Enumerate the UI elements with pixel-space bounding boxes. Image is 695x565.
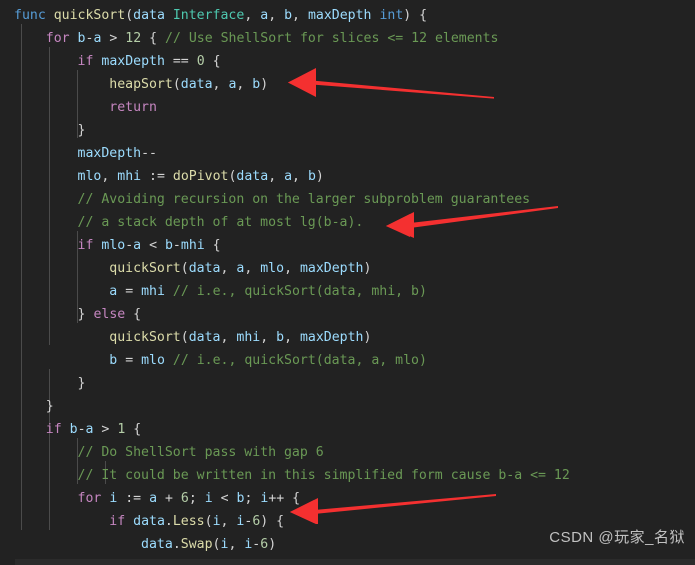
code-line-4: heapSort(data, a, b) — [109, 77, 269, 92]
code-line-10: // a stack depth of at most lg(b-a). — [77, 215, 364, 230]
code-line-15: quickSort(data, mhi, b, maxDepth) — [109, 330, 372, 345]
code-line-2: for b-a > 12 { // Use ShellSort for slic… — [45, 31, 499, 46]
csdn-watermark: CSDN @玩家_名狱 — [549, 529, 685, 546]
code-line-9: // Avoiding recursion on the larger subp… — [77, 192, 531, 207]
code-line-11: if mlo-a < b-mhi { — [77, 238, 221, 253]
code-lines[interactable]: func quickSort(data Interface, a, b, max… — [0, 0, 695, 565]
code-line-14: } else { — [77, 307, 142, 322]
code-line-17: } — [77, 376, 86, 391]
code-line-19: if b-a > 1 { — [45, 422, 142, 437]
code-line-1: func quickSort(data Interface, a, b, max… — [14, 8, 428, 23]
horizontal-scrollbar[interactable] — [15, 559, 695, 565]
code-line-5: return — [109, 100, 157, 115]
code-line-7: maxDepth-- — [77, 146, 157, 161]
code-line-18: } — [45, 399, 54, 414]
code-line-20: // Do ShellSort pass with gap 6 — [77, 445, 324, 460]
code-line-6: } — [77, 123, 86, 138]
code-line-22: for i := a + 6; i < b; i++ { — [77, 491, 301, 506]
code-line-13: a = mhi // i.e., quickSort(data, mhi, b) — [109, 284, 427, 299]
code-line-8: mlo, mhi := doPivot(data, a, b) — [77, 169, 324, 184]
code-line-3: if maxDepth == 0 { — [77, 54, 221, 69]
code-editor-screenshot: func quickSort(data Interface, a, b, max… — [0, 0, 695, 565]
code-line-21: // It could be written in this simplifie… — [77, 468, 570, 483]
code-line-12: quickSort(data, a, mlo, maxDepth) — [109, 261, 372, 276]
code-line-16: b = mlo // i.e., quickSort(data, a, mlo) — [109, 353, 427, 368]
